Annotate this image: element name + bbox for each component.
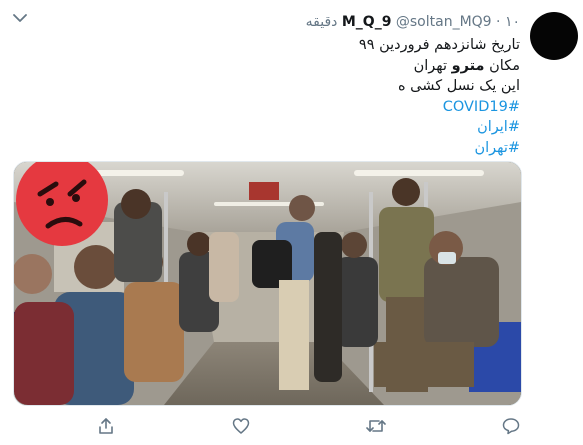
location-bold: مترو (451, 57, 485, 74)
tweet-actions (0, 414, 583, 438)
heart-icon[interactable] (229, 414, 253, 438)
location-city: تهران (413, 57, 447, 74)
hashtag-covid19[interactable]: #COVID19 (120, 97, 520, 118)
tweet-header: M_Q_9 @soltan_MQ9 · ۱۰ دقیقه (306, 13, 520, 31)
tweet-text: تاریخ شانزدهم فروردین ۹۹ مکان مترو تهران… (120, 35, 520, 158)
location-label: مکان (489, 57, 520, 74)
tweet-line-location: مکان مترو تهران (120, 56, 520, 77)
metro-photo-illustration (14, 162, 521, 405)
display-name[interactable]: M_Q_9 (342, 14, 392, 30)
chevron-down-icon[interactable] (10, 10, 30, 26)
user-handle[interactable]: @soltan_MQ9 (396, 14, 492, 30)
avatar[interactable] (530, 12, 578, 60)
tweet-line-date: تاریخ شانزدهم فروردین ۹۹ (358, 37, 520, 53)
tweet-photo[interactable] (13, 161, 522, 406)
tweet-line-statement: این یک نسل کشی ه (397, 78, 520, 94)
reply-icon[interactable] (499, 414, 523, 438)
separator: · (496, 14, 501, 30)
hashtag-iran[interactable]: #ایران (120, 117, 520, 138)
tweet-card[interactable]: M_Q_9 @soltan_MQ9 · ۱۰ دقیقه تاریخ شانزد… (0, 0, 583, 445)
retweet-icon[interactable] (364, 414, 388, 438)
hashtag-tehran[interactable]: #تهران (120, 138, 520, 159)
share-icon[interactable] (94, 414, 118, 438)
